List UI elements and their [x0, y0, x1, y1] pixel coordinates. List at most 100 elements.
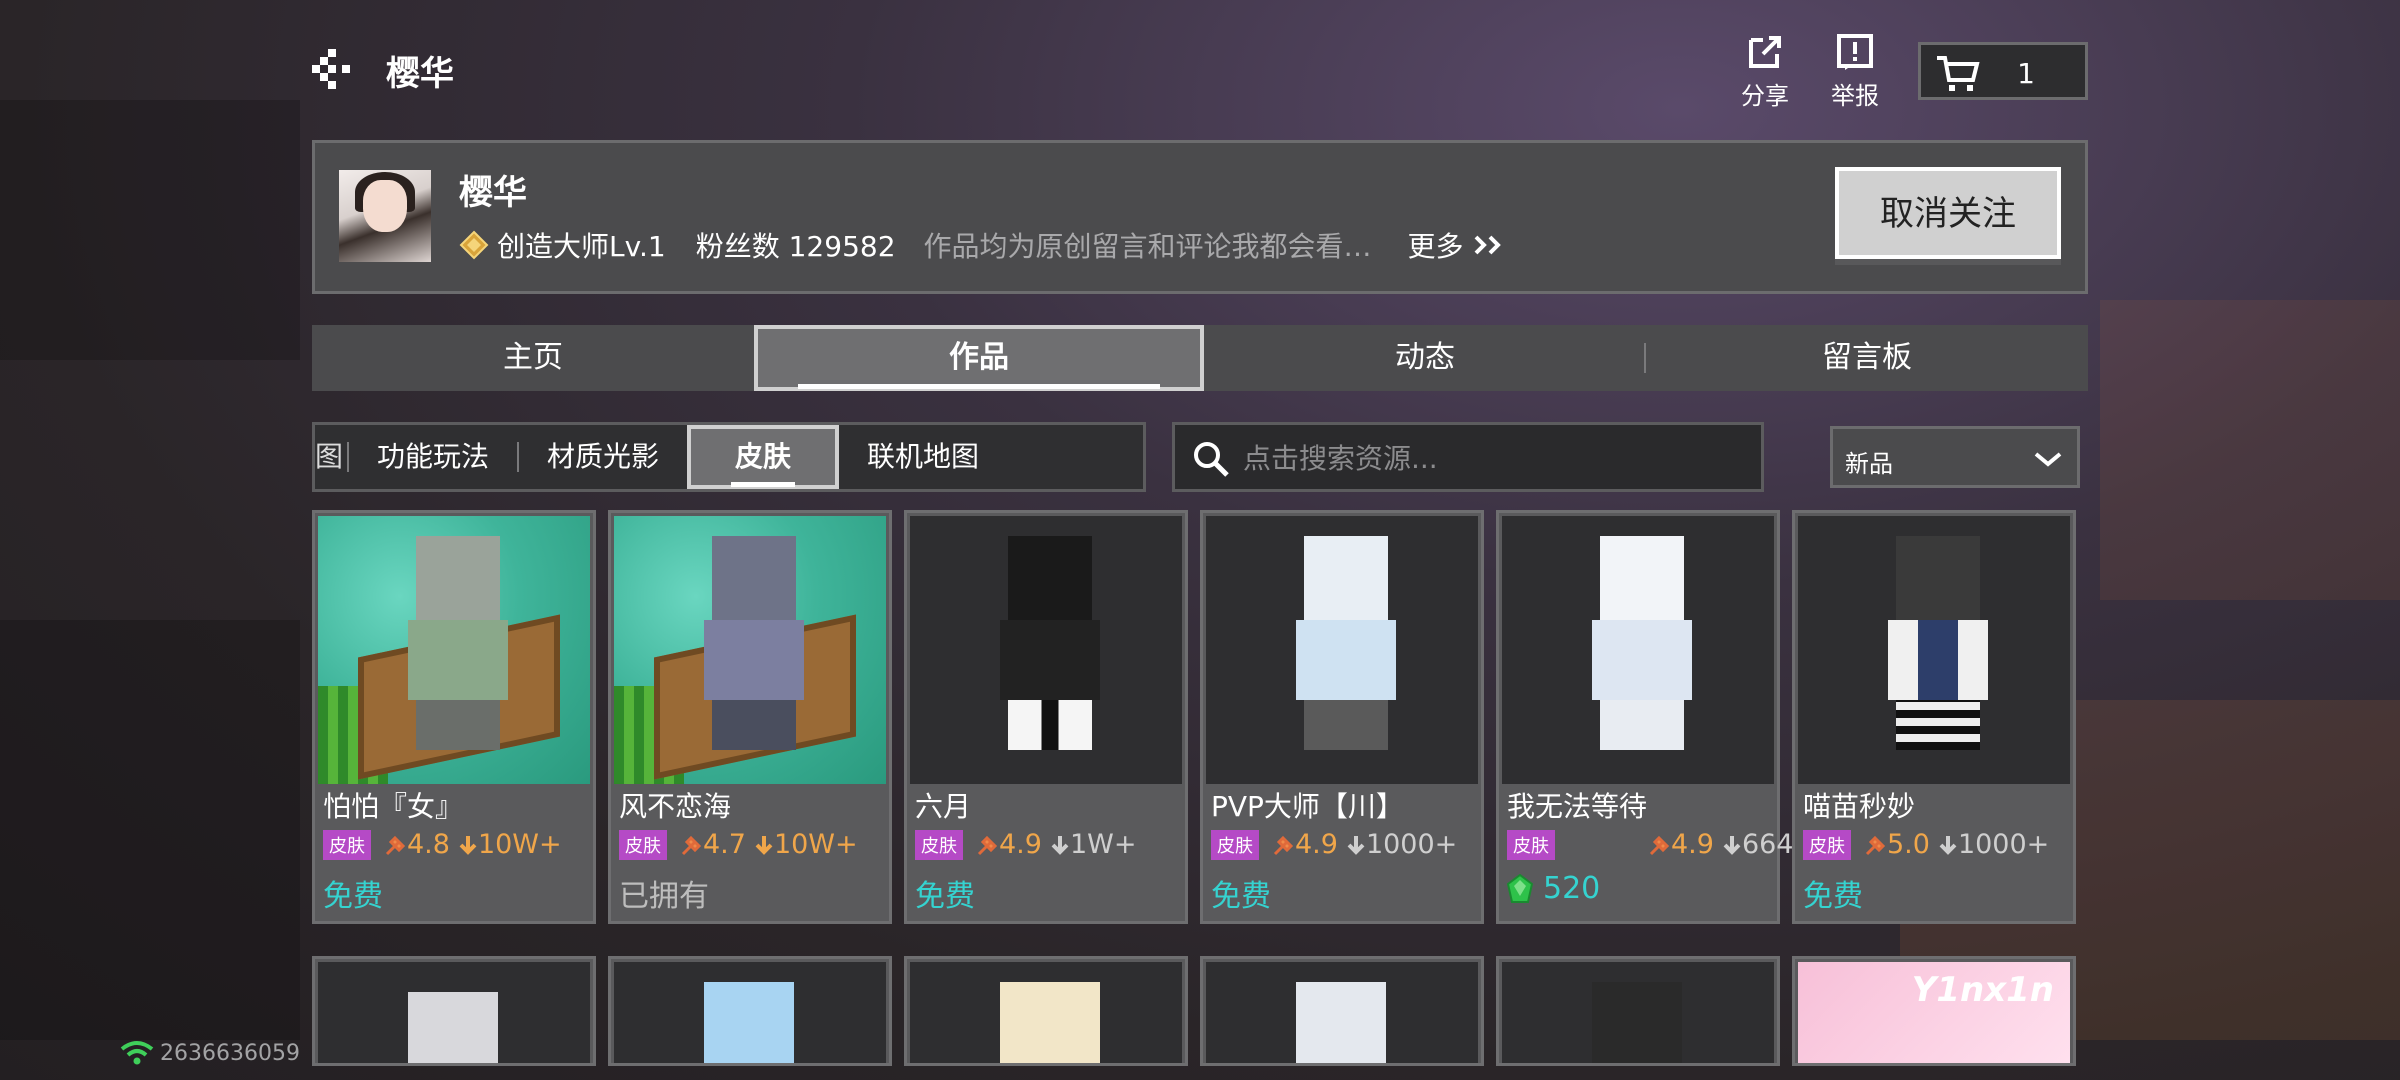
download-count: 1000+ [1365, 829, 1458, 860]
item-price: 520 [1507, 871, 1600, 906]
category-map-partial[interactable]: 图 [315, 425, 347, 489]
profile-name: 樱华 [459, 173, 527, 213]
item-name: PVP大师【川】 [1211, 790, 1404, 823]
item-thumbnail [910, 962, 1182, 1063]
item-thumbnail [1502, 962, 1774, 1063]
share-button[interactable]: 分享 [1730, 32, 1800, 111]
skin-figure [1296, 982, 1386, 1063]
network-status: 2636636059 [120, 1040, 300, 1066]
download-count: 664 [1741, 829, 1794, 860]
item-meta: 皮肤 4.9 1000+ [1211, 829, 1457, 860]
rating-icon [385, 835, 406, 855]
category-gameplay[interactable]: 功能玩法 [349, 425, 517, 489]
share-icon [1749, 36, 1781, 68]
download-icon [1347, 835, 1365, 855]
download-count: 1W+ [1069, 829, 1137, 860]
item-card-partial[interactable] [312, 956, 596, 1066]
more-link[interactable]: 更多 [1408, 225, 1508, 265]
download-icon [459, 835, 477, 855]
double-chevron-right-icon [1474, 235, 1501, 255]
item-card[interactable]: 怕怕『女』 皮肤 4.8 10W+ 免费 [312, 510, 596, 924]
category-textures[interactable]: 材质光影 [519, 425, 687, 489]
skin-figure [694, 536, 814, 756]
rating-value: 5.0 [1887, 829, 1930, 860]
unfollow-button[interactable]: 取消关注 [1835, 167, 2061, 259]
avatar[interactable] [339, 170, 431, 262]
item-card-partial[interactable] [1200, 956, 1484, 1066]
rating-value: 4.9 [1295, 829, 1338, 860]
figure-head [712, 536, 796, 620]
item-price: 免费 [1803, 879, 1863, 914]
wifi-icon [120, 1041, 154, 1065]
item-card[interactable]: 六月 皮肤 4.9 1W+ 免费 [904, 510, 1188, 924]
cart-button[interactable]: 1 [1918, 42, 2088, 100]
item-thumbnail [614, 516, 886, 784]
item-card-partial[interactable] [608, 956, 892, 1066]
tab-message-board[interactable]: 留言板 [1646, 325, 2088, 391]
item-tag: 皮肤 [1803, 829, 1851, 860]
profile-tabs: 主页 作品 动态 留言板 [312, 325, 2088, 391]
share-label: 分享 [1741, 82, 1789, 110]
skin-figure [1592, 982, 1682, 1063]
profile-meta: 创造大师Lv.1 粉丝数 129582 作品均为原创留言和评论我都会看… 更多 [459, 225, 1508, 265]
search-box[interactable] [1172, 422, 1764, 492]
item-card[interactable]: 喵苗秒妙 皮肤 5.0 1000+ 免费 [1792, 510, 2076, 924]
item-thumbnail [614, 962, 886, 1063]
item-name: 我无法等待 [1507, 790, 1648, 823]
rating-icon [1649, 835, 1670, 855]
item-thumbnail [1206, 516, 1478, 784]
search-icon [1194, 442, 1229, 477]
item-name: 喵苗秒妙 [1803, 790, 1916, 823]
item-price: 免费 [323, 879, 383, 914]
sort-dropdown[interactable]: 新品 [1830, 426, 2080, 488]
rating-icon [1865, 835, 1886, 855]
tab-activity[interactable]: 动态 [1204, 325, 1646, 391]
item-rating: 4.7 [681, 829, 746, 860]
fans-count: 粉丝数 129582 [695, 230, 896, 263]
emerald-icon [1507, 873, 1533, 903]
network-id: 2636636059 [160, 1040, 300, 1066]
download-icon [1939, 835, 1957, 855]
download-icon [755, 835, 773, 855]
bio-text: 作品均为原创留言和评论我都会看… [923, 230, 1372, 263]
item-downloads: 1000+ [1938, 829, 2049, 860]
item-card-partial[interactable] [904, 956, 1188, 1066]
more-label: 更多 [1407, 230, 1464, 263]
figure-legs [1600, 700, 1684, 750]
skin-figure [1000, 982, 1100, 1063]
figure-legs [416, 700, 500, 750]
download-count: 1000+ [1957, 829, 2050, 860]
item-card[interactable]: 我无法等待 皮肤 4.9 664 520 [1496, 510, 1794, 924]
item-downloads: 10W+ [458, 829, 562, 860]
item-meta: 皮肤 4.9 664 [1507, 829, 1794, 860]
item-card-partial[interactable]: Y1nx1n [1792, 956, 2076, 1066]
level-text: 创造大师Lv.1 [497, 230, 666, 263]
item-downloads: 664 [1722, 829, 1794, 860]
rating-value: 4.7 [703, 829, 746, 860]
item-thumbnail [318, 962, 590, 1063]
item-name: 怕怕『女』 [323, 790, 464, 823]
item-tag: 皮肤 [619, 829, 667, 860]
thumbnail-text: Y1nx1n [1911, 970, 2054, 1010]
item-meta: 皮肤 4.8 10W+ [323, 829, 562, 860]
report-button[interactable]: 举报 [1820, 32, 1890, 111]
item-tag: 皮肤 [915, 829, 963, 860]
sort-selected: 新品 [1845, 450, 1893, 478]
item-tag: 皮肤 [1507, 829, 1555, 860]
category-multiplayer-maps[interactable]: 联机地图 [839, 425, 1007, 489]
tab-works[interactable]: 作品 [754, 325, 1204, 391]
item-price: 免费 [1211, 879, 1271, 914]
item-card-partial[interactable] [1496, 956, 1780, 1066]
item-price: 已拥有 [619, 879, 709, 914]
back-arrow-icon[interactable] [310, 44, 360, 94]
figure-head [1896, 536, 1980, 620]
item-card[interactable]: 风不恋海 皮肤 4.7 10W+ 已拥有 [608, 510, 892, 924]
category-skins[interactable]: 皮肤 [687, 425, 840, 489]
search-input[interactable] [1241, 433, 1745, 483]
figure-legs [1008, 700, 1092, 750]
item-meta: 皮肤 5.0 1000+ [1803, 829, 2049, 860]
skin-figure [1286, 536, 1406, 756]
item-card[interactable]: PVP大师【川】 皮肤 4.9 1000+ 免费 [1200, 510, 1484, 924]
skin-figure [1582, 536, 1702, 756]
tab-home[interactable]: 主页 [312, 325, 754, 391]
